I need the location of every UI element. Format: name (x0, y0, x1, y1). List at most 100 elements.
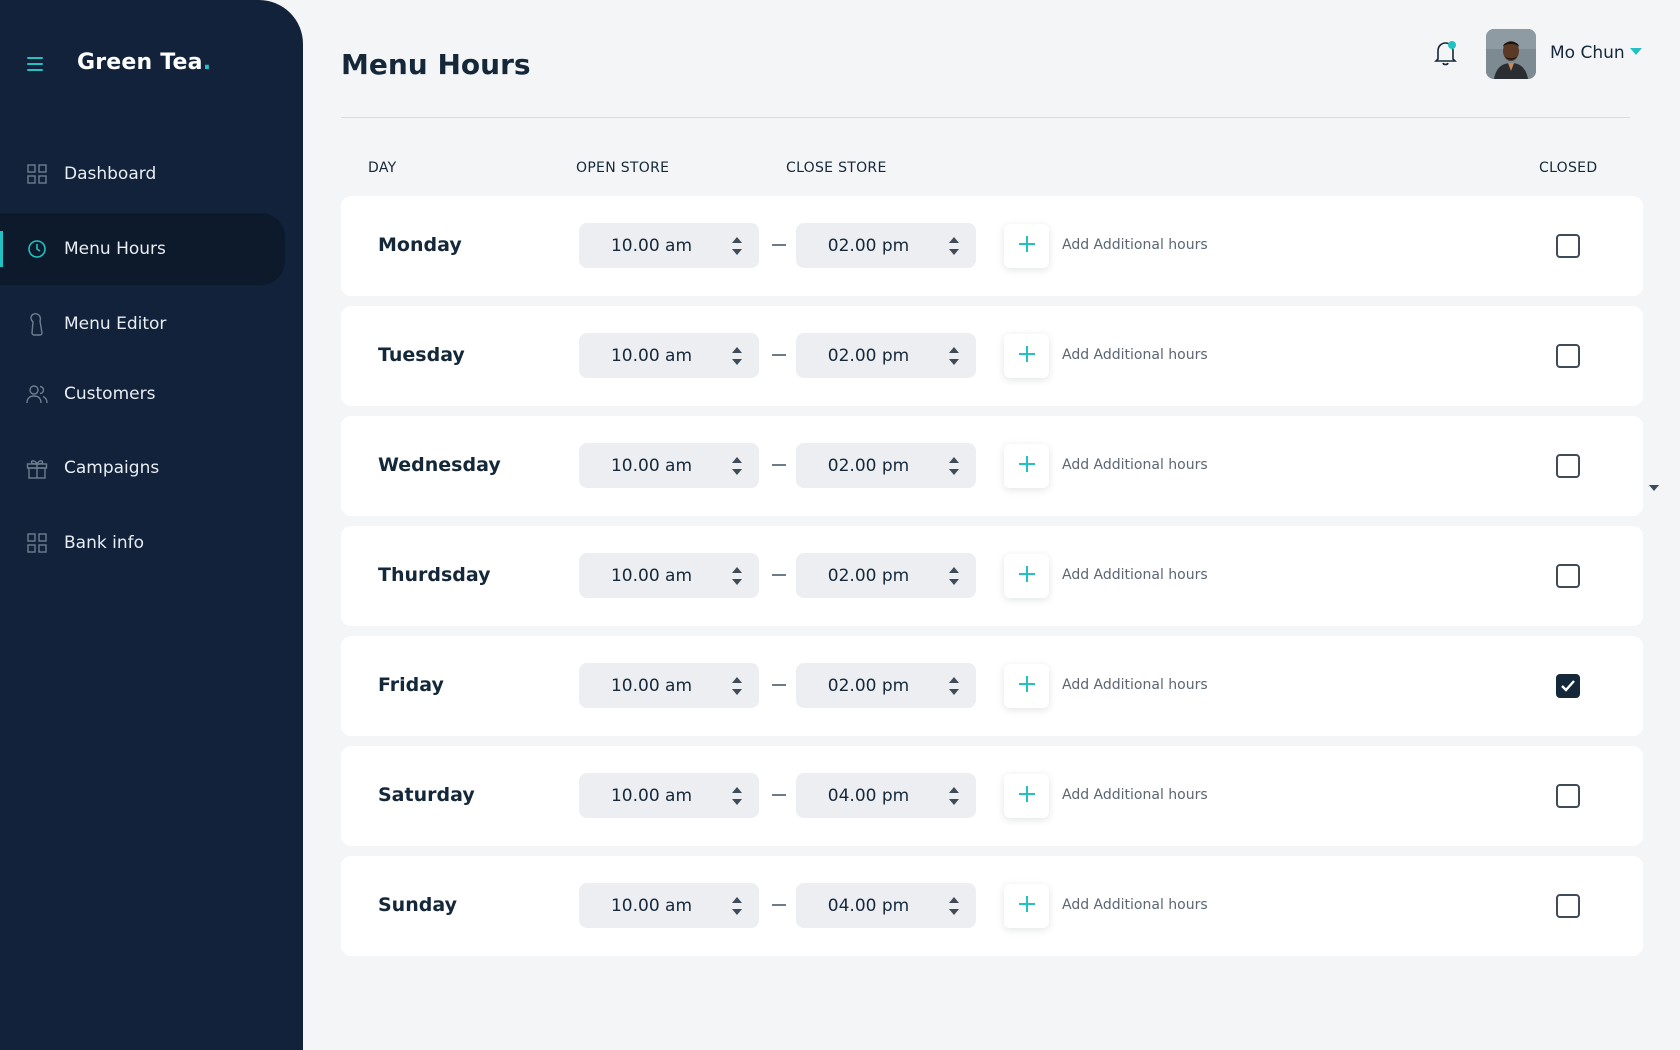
column-header-open-store: OPEN STORE (576, 160, 670, 176)
close-time-stepper[interactable]: 02.00 pm (796, 443, 976, 488)
plus-icon (1017, 564, 1037, 588)
add-hours-label[interactable]: Add Additional hours (1062, 897, 1208, 913)
closed-checkbox[interactable] (1556, 784, 1580, 808)
page-title: Menu Hours (341, 48, 531, 81)
hamburger-menu-icon[interactable] (27, 57, 43, 71)
add-hours-button[interactable] (1004, 224, 1049, 268)
add-hours-button[interactable] (1004, 774, 1049, 818)
plus-icon (1017, 454, 1037, 478)
sidebar-item-customers[interactable]: Customers (0, 358, 285, 430)
table-row: Sunday 10.00 am 04.00 pm Add Additional … (341, 856, 1643, 956)
sidebar-item-bank-info[interactable]: Bank info (0, 507, 285, 579)
sidebar-item-label: Menu Hours (64, 239, 166, 259)
avatar[interactable] (1486, 29, 1536, 79)
sidebar-item-label: Campaigns (64, 458, 160, 478)
plus-icon (1017, 674, 1037, 698)
gift-icon (26, 457, 48, 479)
day-label: Friday (378, 674, 444, 696)
close-time-stepper[interactable]: 04.00 pm (796, 773, 976, 818)
user-name[interactable]: Mo Chun (1550, 43, 1625, 63)
open-time-stepper[interactable]: 10.00 am (579, 663, 759, 708)
close-time-stepper[interactable]: 02.00 pm (796, 663, 976, 708)
sidebar-item-menu-hours[interactable]: Menu Hours (0, 213, 285, 285)
open-time-value: 10.00 am (610, 895, 693, 916)
closed-checkbox[interactable] (1556, 674, 1580, 698)
spinner-arrows-icon[interactable] (948, 675, 960, 697)
open-time-value: 10.00 am (610, 345, 693, 366)
spinner-arrows-icon[interactable] (731, 235, 743, 257)
sidebar-item-dashboard[interactable]: Dashboard (0, 138, 285, 210)
sidebar-item-label: Bank info (64, 533, 144, 553)
clock-icon (26, 238, 48, 260)
add-hours-label[interactable]: Add Additional hours (1062, 567, 1208, 583)
grid-icon (26, 163, 48, 185)
day-label: Sunday (378, 894, 457, 916)
close-time-value: 04.00 pm (827, 785, 910, 806)
add-hours-button[interactable] (1004, 554, 1049, 598)
brand-dot: . (202, 50, 212, 75)
spinner-arrows-icon[interactable] (948, 785, 960, 807)
open-time-stepper[interactable]: 10.00 am (579, 443, 759, 488)
spinner-arrows-icon[interactable] (731, 785, 743, 807)
open-time-stepper[interactable]: 10.00 am (579, 553, 759, 598)
add-hours-button[interactable] (1004, 334, 1049, 378)
close-time-stepper[interactable]: 02.00 pm (796, 553, 976, 598)
brand-logo: Green Tea. (77, 50, 211, 75)
spinner-arrows-icon[interactable] (731, 895, 743, 917)
closed-checkbox[interactable] (1556, 344, 1580, 368)
add-hours-button[interactable] (1004, 664, 1049, 708)
day-label: Thurdsday (378, 564, 491, 586)
sidebar-item-label: Customers (64, 384, 156, 404)
close-time-value: 02.00 pm (827, 455, 910, 476)
notification-bell-icon[interactable] (1432, 38, 1460, 68)
closed-checkbox[interactable] (1556, 234, 1580, 258)
cup-icon (26, 313, 48, 336)
range-dash (772, 574, 786, 576)
add-hours-label[interactable]: Add Additional hours (1062, 347, 1208, 363)
add-hours-button[interactable] (1004, 444, 1049, 488)
column-header-closed: CLOSED (1539, 160, 1598, 176)
scroll-down-icon[interactable] (1649, 485, 1659, 491)
sidebar-item-label: Menu Editor (64, 314, 167, 334)
add-hours-label[interactable]: Add Additional hours (1062, 677, 1208, 693)
add-hours-label[interactable]: Add Additional hours (1062, 457, 1208, 473)
open-time-stepper[interactable]: 10.00 am (579, 883, 759, 928)
range-dash (772, 794, 786, 796)
closed-checkbox[interactable] (1556, 564, 1580, 588)
range-dash (772, 464, 786, 466)
day-label: Wednesday (378, 454, 501, 476)
close-time-stepper[interactable]: 02.00 pm (796, 223, 976, 268)
plus-icon (1017, 784, 1037, 808)
open-time-stepper[interactable]: 10.00 am (579, 223, 759, 268)
sidebar-item-campaigns[interactable]: Campaigns (0, 432, 285, 504)
chevron-down-icon[interactable] (1630, 48, 1642, 55)
spinner-arrows-icon[interactable] (731, 565, 743, 587)
closed-checkbox[interactable] (1556, 454, 1580, 478)
add-hours-label[interactable]: Add Additional hours (1062, 237, 1208, 253)
spinner-arrows-icon[interactable] (948, 235, 960, 257)
spinner-arrows-icon[interactable] (948, 455, 960, 477)
table-row: Wednesday 10.00 am 02.00 pm Add Addition… (341, 416, 1643, 516)
range-dash (772, 684, 786, 686)
plus-icon (1017, 894, 1037, 918)
sidebar-item-menu-editor[interactable]: Menu Editor (0, 288, 285, 360)
close-time-stepper[interactable]: 04.00 pm (796, 883, 976, 928)
open-time-stepper[interactable]: 10.00 am (579, 333, 759, 378)
spinner-arrows-icon[interactable] (948, 565, 960, 587)
table-row: Monday 10.00 am 02.00 pm Add Additional … (341, 196, 1643, 296)
open-time-stepper[interactable]: 10.00 am (579, 773, 759, 818)
spinner-arrows-icon[interactable] (731, 345, 743, 367)
add-hours-label[interactable]: Add Additional hours (1062, 787, 1208, 803)
range-dash (772, 904, 786, 906)
close-time-value: 02.00 pm (827, 675, 910, 696)
spinner-arrows-icon[interactable] (948, 895, 960, 917)
open-time-value: 10.00 am (610, 235, 693, 256)
spinner-arrows-icon[interactable] (731, 675, 743, 697)
closed-checkbox[interactable] (1556, 894, 1580, 918)
spinner-arrows-icon[interactable] (731, 455, 743, 477)
spinner-arrows-icon[interactable] (948, 345, 960, 367)
header-divider (341, 117, 1630, 118)
open-time-value: 10.00 am (610, 675, 693, 696)
close-time-stepper[interactable]: 02.00 pm (796, 333, 976, 378)
add-hours-button[interactable] (1004, 884, 1049, 928)
